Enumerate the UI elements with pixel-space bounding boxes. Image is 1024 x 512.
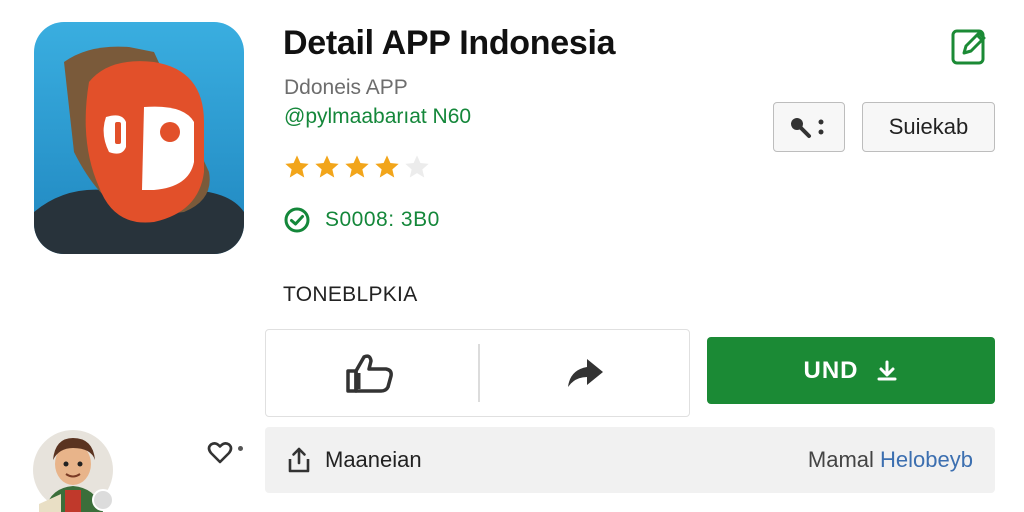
publisher-name[interactable]: Ddoneis APP — [284, 76, 408, 100]
star-empty-icon — [405, 155, 429, 178]
developer-handle[interactable]: @pylmaabarıat N60 — [284, 105, 471, 129]
footer-share-label: Maaneian — [325, 447, 422, 472]
footer-bar: Maaneian Mamal Helobeyb — [265, 427, 995, 493]
footer-meta: Mamal Helobeyb — [808, 447, 973, 473]
footer-meta-text: Mamal — [807, 447, 874, 472]
app-icon[interactable] — [34, 22, 244, 254]
star-filled-icon — [285, 155, 309, 178]
dot-indicator — [238, 446, 243, 451]
user-avatar-icon — [33, 430, 114, 512]
subscribe-button[interactable]: Suiekab — [862, 102, 995, 152]
star-rating — [283, 153, 431, 181]
star-filled-icon — [375, 155, 399, 178]
avatar[interactable] — [31, 424, 115, 512]
star-filled-icon — [315, 155, 339, 178]
app-logo-mask-icon — [34, 22, 244, 254]
verified-status: S0008: 3B0 — [283, 206, 440, 234]
section-heading: TONEBLPKIA — [283, 283, 418, 306]
share-button[interactable] — [482, 331, 688, 415]
status-text: S0008: 3B0 — [325, 208, 440, 231]
install-label: UND — [803, 356, 859, 384]
upload-share-icon — [288, 447, 310, 473]
install-button[interactable]: UND — [707, 337, 995, 404]
edit-icon — [951, 29, 986, 65]
app-detail-screen: Detail APP Indonesia Ddoneis APP @pylmaa… — [0, 0, 1024, 512]
divider — [478, 344, 480, 402]
edit-button[interactable] — [950, 26, 988, 66]
key-button[interactable] — [773, 102, 845, 152]
footer-link[interactable]: Helobeyb — [880, 447, 973, 472]
share-icon — [568, 359, 603, 387]
footer-share-action[interactable]: Maaneian — [287, 446, 422, 474]
download-icon — [877, 360, 896, 380]
star-filled-icon — [345, 155, 369, 178]
app-title: Detail APP Indonesia — [283, 24, 616, 62]
like-button[interactable] — [266, 331, 476, 415]
thumbs-up-icon — [346, 354, 393, 393]
heart-icon[interactable] — [207, 441, 233, 465]
check-circle-icon — [284, 207, 310, 233]
key-icon — [791, 118, 824, 138]
